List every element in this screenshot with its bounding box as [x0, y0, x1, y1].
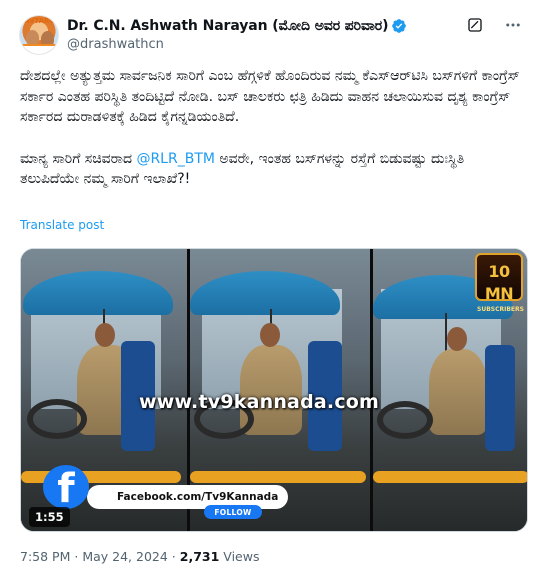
- facebook-letter: f: [57, 466, 75, 509]
- post-text: ದೇಶದಲ್ಲೇ ಅತ್ಯುತ್ತಮ ಸಾರ್ವಜನಿಕ ಸಾರಿಗೆ ಎಂಬ …: [20, 66, 525, 190]
- author-handle[interactable]: @drashwathcn: [67, 37, 164, 52]
- video-watermark: www.tv9kannada.com: [139, 391, 380, 413]
- more-options-icon[interactable]: [502, 14, 524, 36]
- mention-link[interactable]: @RLR_BTM: [136, 151, 215, 167]
- post-date[interactable]: May 24, 2024: [82, 549, 167, 564]
- post-paragraph-1: ದೇಶದಲ್ಲೇ ಅತ್ಯುತ್ತಮ ಸಾರ್ವಜನಿಕ ಸಾರಿಗೆ ಎಂಬ …: [20, 68, 520, 125]
- post-time[interactable]: 7:58 PM: [20, 549, 70, 564]
- post-paragraph-2-start: ಮಾನ್ಯ ಸಾರಿಗೆ ಸಚಿವರಾದ: [20, 150, 137, 167]
- views-label: Views: [223, 549, 260, 564]
- tweet: AVTARO Dr. C.N. Ashwath Narayan (ಮೋದಿ ಅವ…: [0, 0, 543, 576]
- facebook-follow-badge: FOLLOW: [204, 505, 262, 519]
- badge-caption: SUBSCRIBERS: [477, 306, 524, 313]
- views-count: 2,731: [179, 549, 220, 564]
- avatar[interactable]: AVTARO: [19, 15, 59, 55]
- post-metadata: 7:58 PM · May 24, 2024 · 2,731 Views: [20, 549, 259, 564]
- author-display-name[interactable]: Dr. C.N. Ashwath Narayan (ಮೋದಿ ಅವರ ಪರಿವಾ…: [67, 18, 389, 34]
- meta-separator: ·: [171, 549, 176, 564]
- video-player[interactable]: www.tv9kannada.com 10 MN SUBSCRIBERS Fac…: [20, 248, 528, 532]
- video-duration: 1:55: [29, 507, 70, 527]
- badge-number: 10 MN: [484, 262, 514, 303]
- avatar-shirt: [20, 44, 58, 54]
- channel-badge: 10 MN SUBSCRIBERS: [475, 253, 524, 313]
- post-paragraph-2: ಮಾನ್ಯ ಸಾರಿಗೆ ಸಚಿವರಾದ @RLR_BTM ಅವರೇ, ಇಂತಹ…: [20, 149, 525, 190]
- facebook-icon: f: [43, 465, 89, 509]
- verified-badge-icon: [392, 19, 407, 33]
- author-name-row[interactable]: Dr. C.N. Ashwath Narayan (ಮೋದಿ ಅವರ ಪರಿವಾ…: [67, 17, 407, 35]
- meta-separator: ·: [74, 549, 79, 564]
- avatar-tag: AVTARO: [24, 17, 56, 25]
- grok-icon[interactable]: [467, 17, 483, 33]
- translate-post-link[interactable]: Translate post: [20, 218, 104, 232]
